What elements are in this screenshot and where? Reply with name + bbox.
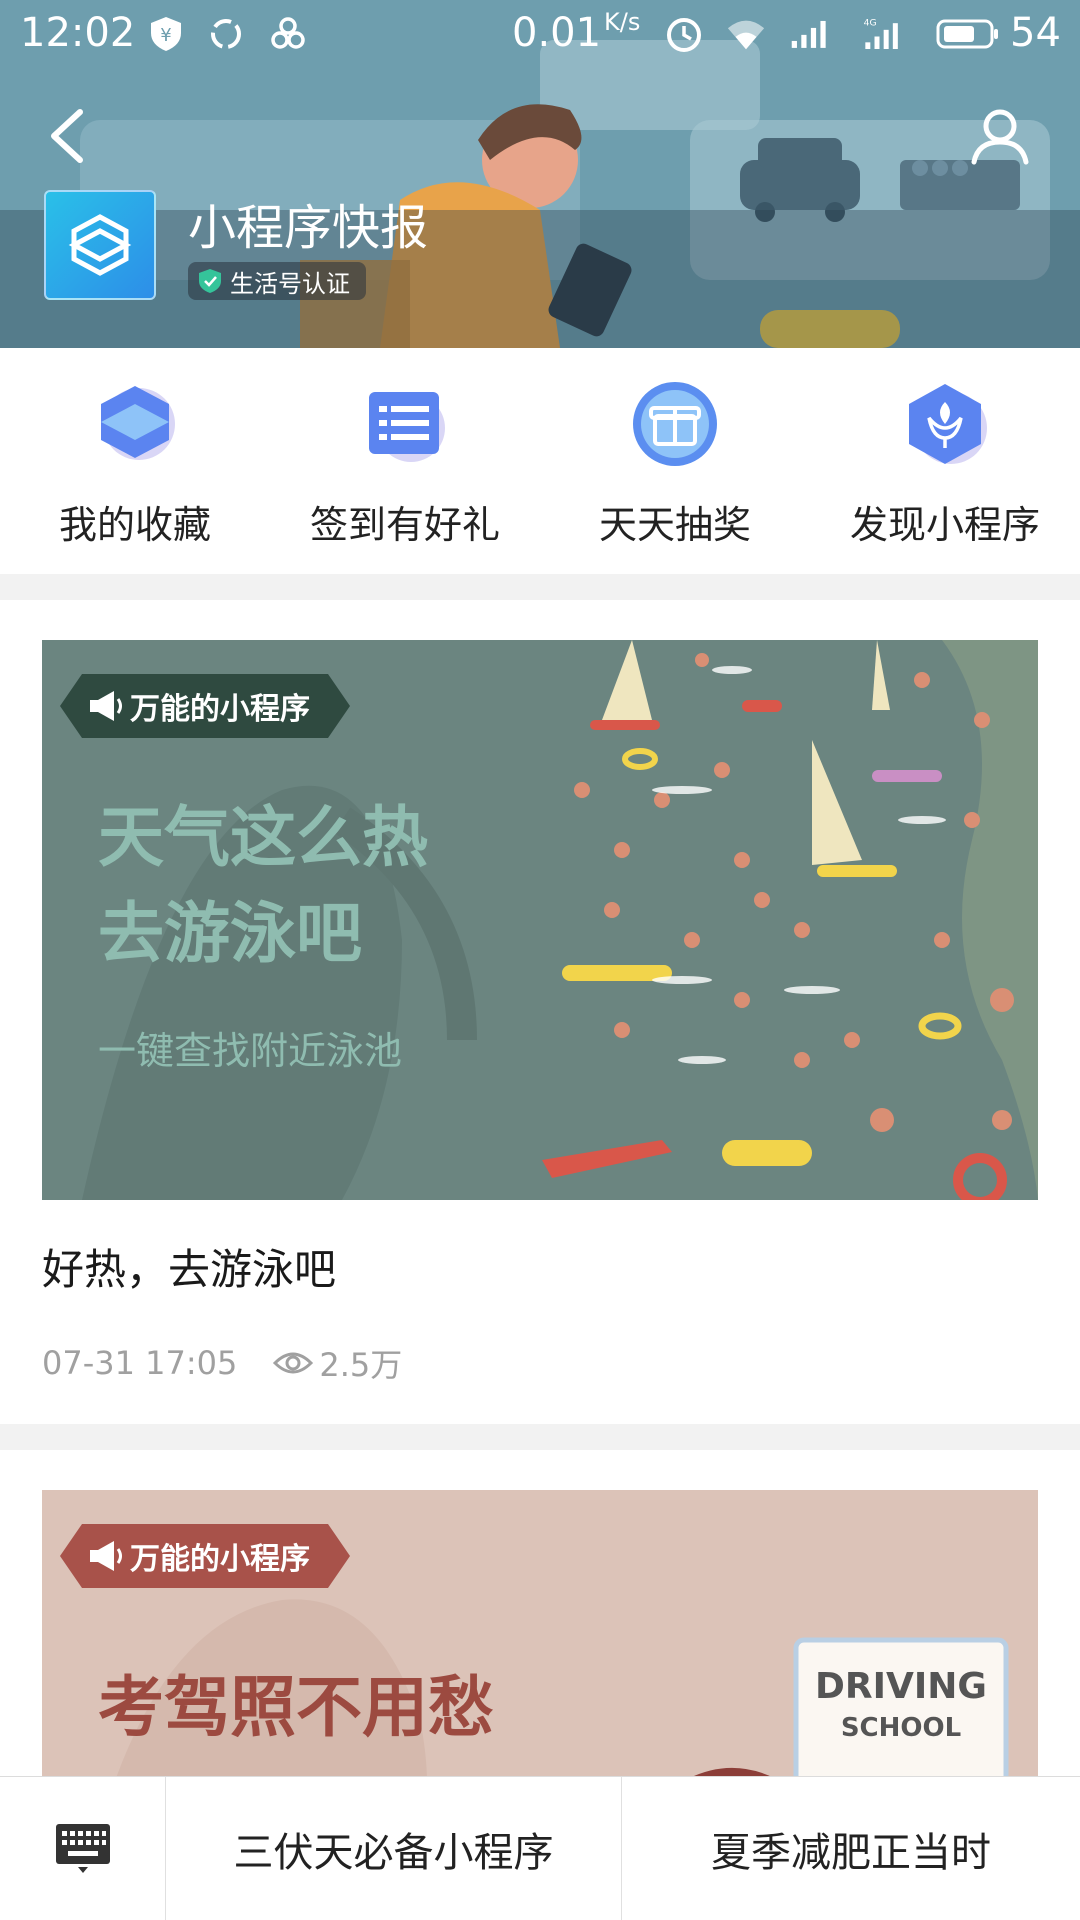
banner-subline: 一键查找附近泳池 <box>98 1029 403 1073</box>
app-screen: 12:02 ¥ 0.01 K/s 4G 54 小程序快报 生活号认证 我的收藏 … <box>0 0 1080 1920</box>
wifi-icon <box>726 14 766 54</box>
favorites-icon <box>101 386 175 460</box>
svg-text:¥: ¥ <box>160 25 171 46</box>
article-date: 07-31 17:05 <box>42 1344 238 1382</box>
shortcut-label: 天天抽奖 <box>598 503 751 547</box>
article-meta: 07-31 17:05 2.5万 <box>42 1340 402 1386</box>
app-title: 小程序快报 <box>188 200 429 256</box>
article-card[interactable]: 万能的小程序 天气这么热 去游泳吧 一键查找附近泳池 好热，去游泳吧 07-31… <box>0 600 1080 1424</box>
verified-badge: 生活号认证 <box>188 262 366 300</box>
article-views: 2.5万 <box>273 1340 402 1386</box>
header: 12:02 ¥ 0.01 K/s 4G 54 小程序快报 生活号认证 <box>0 0 1080 348</box>
cube-logo-icon <box>68 214 132 276</box>
shortcut-row: 我的收藏 签到有好礼 天天抽奖 发现小程序 <box>0 348 1080 574</box>
app-logo <box>44 190 156 300</box>
alarm-icon <box>664 14 704 54</box>
chevron-left-icon <box>51 109 83 163</box>
back-button[interactable] <box>40 100 100 170</box>
sign-line: SCHOOL <box>840 1713 962 1743</box>
driving-school-sign: DRIVING SCHOOL <box>796 1640 1006 1743</box>
signal-icon <box>790 14 830 54</box>
article-title[interactable]: 好热，去游泳吧 <box>42 1236 336 1297</box>
sync-icon <box>206 14 246 54</box>
shortcut-label: 发现小程序 <box>849 503 1040 547</box>
megaphone-icon <box>86 688 126 724</box>
svg-text:4G: 4G <box>864 18 877 29</box>
shortcut-label: 签到有好礼 <box>309 503 500 547</box>
signal-4g-icon: 4G <box>862 14 902 54</box>
megaphone-icon <box>86 1538 126 1574</box>
menu-button[interactable]: 夏季减肥正当时 <box>622 1777 1080 1920</box>
banner-headline: 考驾照不用愁 <box>98 1669 494 1746</box>
banner-tag: 万能的小程序 <box>60 674 350 738</box>
battery-level: 54 <box>1010 10 1061 56</box>
checkin-icon <box>369 392 445 462</box>
sign-line: DRIVING <box>815 1666 987 1707</box>
network-speed-unit: K/s <box>604 8 641 36</box>
bottom-menu-bar: 三伏天必备小程序 夏季减肥正当时 <box>0 1776 1080 1920</box>
gift-icon <box>633 382 717 466</box>
user-icon <box>971 109 1029 165</box>
banner-tag-label: 万能的小程序 <box>130 692 310 727</box>
profile-button[interactable] <box>968 104 1032 168</box>
discover-icon <box>909 384 987 464</box>
verified-shield-icon <box>199 269 221 293</box>
menu-button[interactable]: 三伏天必备小程序 <box>166 1777 622 1920</box>
battery-icon <box>936 14 1000 54</box>
shortcut-label: 我的收藏 <box>58 503 211 547</box>
eye-icon <box>273 1352 314 1374</box>
status-time: 12:02 <box>20 10 136 56</box>
shortcut-favorites[interactable]: 我的收藏 <box>20 378 250 558</box>
header-overlay <box>0 210 1080 348</box>
shortcut-discover[interactable]: 发现小程序 <box>830 378 1060 558</box>
article-banner: 万能的小程序 天气这么热 去游泳吧 一键查找附近泳池 <box>42 640 1038 1200</box>
paw-icon <box>268 14 308 54</box>
status-bar: 12:02 ¥ 0.01 K/s 4G 54 <box>0 0 1080 68</box>
article-card[interactable]: 万能的小程序 考驾照不用愁 DRIVING SCHOOL <box>0 1450 1080 1820</box>
banner-headline: 去游泳吧 <box>98 895 362 972</box>
verified-badge-label: 生活号认证 <box>230 269 350 298</box>
banner-headline: 天气这么热 <box>98 799 428 876</box>
banner-tag-label: 万能的小程序 <box>130 1542 310 1577</box>
network-speed: 0.01 <box>512 10 602 56</box>
article-views-count: 2.5万 <box>319 1346 403 1384</box>
banner-tag: 万能的小程序 <box>60 1524 350 1588</box>
yen-shield-icon: ¥ <box>146 14 186 54</box>
keyboard-icon <box>55 1824 110 1873</box>
shortcut-lottery[interactable]: 天天抽奖 <box>560 378 790 558</box>
keyboard-toggle-button[interactable] <box>0 1777 166 1920</box>
shortcut-checkin[interactable]: 签到有好礼 <box>290 378 520 558</box>
article-banner: 万能的小程序 考驾照不用愁 DRIVING SCHOOL <box>42 1490 1038 1820</box>
